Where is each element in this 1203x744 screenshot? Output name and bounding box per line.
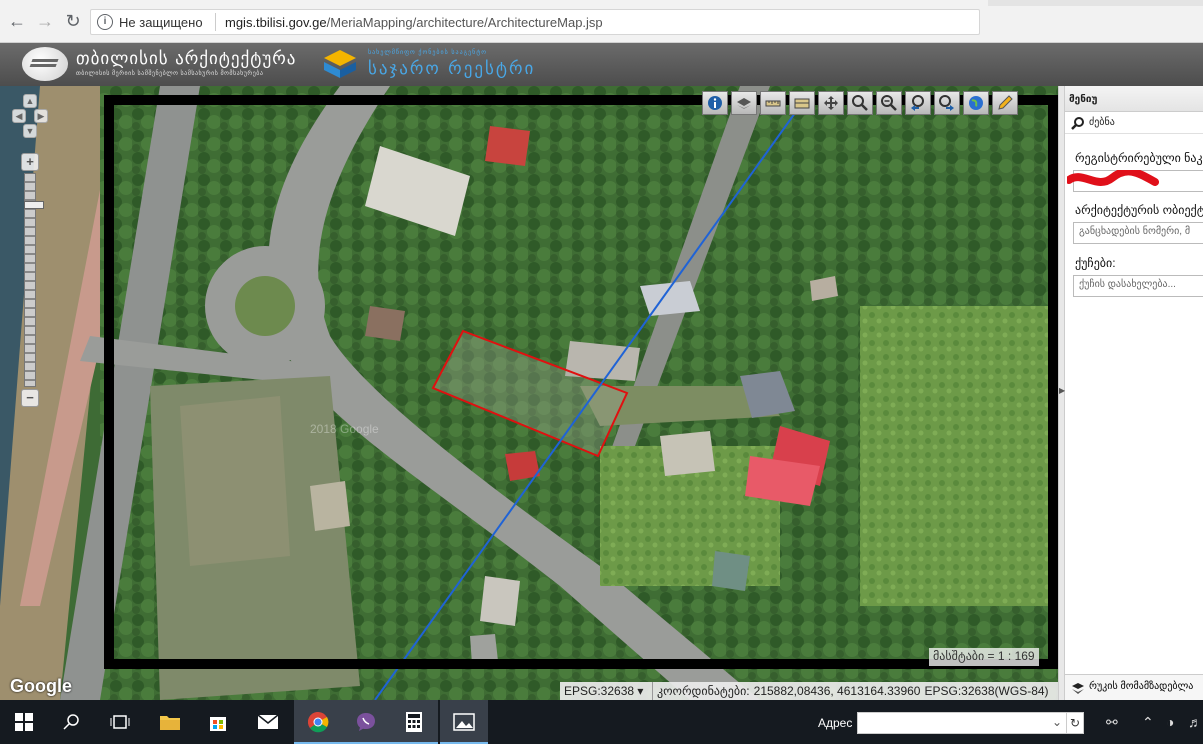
arrow-right-icon[interactable]: → [34, 10, 56, 32]
pan-left-icon[interactable]: ◀ [12, 109, 26, 123]
browser-toolbar: ← → ↻ i Не защищено mgis.tbilisi.gov.ge/… [0, 0, 1203, 43]
chevron-down-icon[interactable]: ⌄ [1052, 715, 1062, 729]
zoom-slider[interactable]: + − [21, 153, 44, 408]
store-icon[interactable] [194, 700, 242, 744]
coords-value: 215882,08436, 4613164.33960 [753, 684, 921, 698]
chrome-icon[interactable] [294, 700, 342, 744]
site-title: თბილისის არქიტექტურა [76, 49, 297, 69]
people-icon[interactable]: ⚯ [1106, 714, 1118, 731]
coordinate-bar: EPSG:32638 ▾ კოორდინატები: 215882,08436,… [560, 682, 1058, 700]
layers-icon[interactable] [731, 91, 757, 115]
security-label[interactable]: Не защищено [119, 15, 203, 30]
ruler-icon[interactable] [760, 91, 786, 115]
menu-title: მენიუ [1065, 86, 1203, 112]
google-logo: Google [10, 676, 72, 696]
arrow-left-icon[interactable]: ← [6, 10, 28, 32]
task-view-icon[interactable] [96, 700, 144, 744]
zoom-plus-icon[interactable]: + [21, 153, 39, 171]
chevron-up-icon[interactable]: ⌃ [1142, 714, 1154, 731]
tab-strip [988, 0, 1203, 6]
panel-splitter[interactable]: ▶ [1058, 86, 1065, 700]
divider [215, 13, 216, 31]
zoom-in-icon[interactable] [847, 91, 873, 115]
zoom-track[interactable] [24, 173, 44, 387]
zoom-next-icon[interactable] [934, 91, 960, 115]
search-icon [1071, 116, 1084, 130]
streets-label: ქუჩები: [1075, 256, 1116, 270]
url-text[interactable]: mgis.tbilisi.gov.ge/MeriaMapping/archite… [225, 15, 603, 30]
map-preparer-tab[interactable]: რუკის მომამზადებლა [1065, 674, 1203, 700]
network-icon[interactable]: ◑ [1166, 714, 1174, 730]
tbilisi-logo-icon[interactable] [22, 47, 68, 81]
coords-projection: EPSG:32638(WGS-84) [924, 684, 1049, 698]
search-icon[interactable] [48, 700, 96, 744]
info-icon[interactable] [702, 91, 728, 115]
registry-title: საჯარო რეესტრი [368, 59, 536, 79]
coords-label: კოორდინატები: [657, 684, 750, 698]
zoom-thumb[interactable] [24, 201, 44, 209]
zoom-previous-icon[interactable] [905, 91, 931, 115]
viber-icon[interactable] [342, 700, 390, 744]
address-label: Адрес [818, 716, 853, 730]
registry-logo-icon[interactable] [320, 48, 360, 80]
edit-icon[interactable] [992, 91, 1018, 115]
satellite-imagery[interactable]: 2018 Google [0, 86, 1058, 700]
pan-up-icon[interactable]: ▲ [23, 94, 37, 108]
layers-icon [1072, 683, 1084, 694]
streets-input[interactable]: ქუჩის დასახელება... [1073, 275, 1203, 297]
architectural-object-label: არქიტექტურის ობიექტ [1075, 203, 1203, 217]
pan-down-icon[interactable]: ▼ [23, 124, 37, 138]
map-scale: მასშტაბი = 1 : 169 [929, 648, 1039, 666]
photos-icon[interactable] [440, 700, 488, 744]
measure-area-icon[interactable] [789, 91, 815, 115]
map-toolbar [702, 91, 1018, 115]
redaction-scribble [1067, 170, 1159, 186]
address-go-icon[interactable]: ↻ [1066, 712, 1084, 734]
registered-parcel-label: რეგისტრირებული ნაკვ [1075, 151, 1203, 165]
imagery-watermark: 2018 Google [310, 422, 379, 436]
volume-icon[interactable]: ♬ [1188, 714, 1202, 730]
search-tab[interactable]: ძებნა [1065, 112, 1203, 134]
reload-icon[interactable]: ↻ [62, 10, 84, 32]
address-bar[interactable]: i Не защищено mgis.tbilisi.gov.ge/MeriaM… [90, 9, 980, 35]
site-subtitle: თბილისის მერიის სამშენებლო სამსახურის მო… [76, 71, 264, 77]
calculator-icon[interactable] [390, 700, 438, 744]
windows-taskbar: Адрес ⌄ ↻ ⚯ ⌃ ◑ ♬ [0, 700, 1203, 744]
side-panel: მენიუ ძებნა რეგისტრირებული ნაკვ არქიტექტ… [1065, 86, 1203, 700]
site-header: თბილისის არქიტექტურა თბილისის მერიის სამ… [0, 43, 1203, 86]
projection-select[interactable]: EPSG:32638 ▾ [560, 682, 653, 700]
start-icon[interactable] [0, 700, 48, 744]
zoom-minus-icon[interactable]: − [21, 389, 39, 407]
pan-right-icon[interactable]: ▶ [34, 109, 48, 123]
file-explorer-icon[interactable] [146, 700, 194, 744]
registry-subtitle: სახელმწიფო ქონების სააგენტო [368, 50, 487, 56]
map-view[interactable]: 2018 Google ▲ ◀ ▶ ▼ + − Google მასშტაბი … [0, 86, 1058, 700]
pan-control[interactable]: ▲ ◀ ▶ ▼ [12, 94, 48, 146]
info-icon[interactable]: i [97, 14, 113, 30]
pan-icon[interactable] [818, 91, 844, 115]
address-toolbar-input[interactable]: ⌄ [857, 712, 1067, 734]
globe-icon[interactable] [963, 91, 989, 115]
zoom-out-icon[interactable] [876, 91, 902, 115]
mail-icon[interactable] [244, 700, 292, 744]
architectural-object-input[interactable]: განცხადების ნომერი, მ [1073, 222, 1203, 244]
